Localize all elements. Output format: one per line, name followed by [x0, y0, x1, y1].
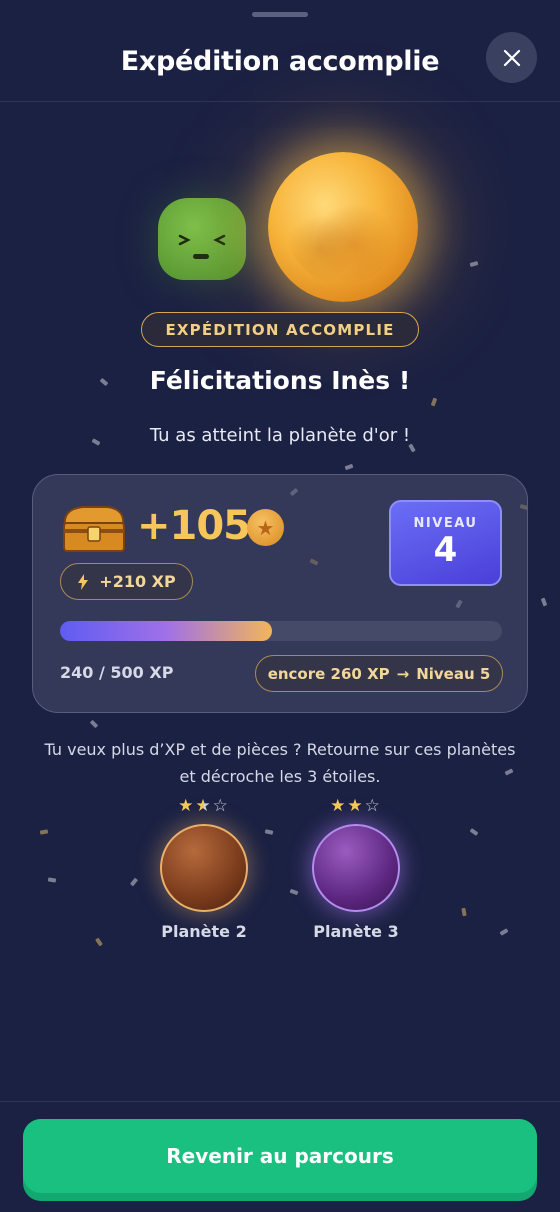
hero-illustration — [0, 140, 560, 320]
congrats-heading: Félicitations Inès ! — [149, 366, 411, 395]
half-star-icon: ★ — [195, 796, 213, 816]
planet-name: Planète 3 — [313, 922, 399, 941]
arrow-right-icon: → — [396, 664, 410, 683]
return-button[interactable]: Revenir au parcours — [23, 1119, 537, 1201]
level-number: 4 — [433, 530, 458, 570]
header-bar: Expédition accomplie — [0, 0, 560, 102]
page-title: Expédition accomplie — [120, 46, 440, 77]
footer-divider — [0, 1101, 560, 1102]
star-empty-icon: ☆ — [212, 796, 230, 816]
coin-icon: ★ — [247, 509, 284, 546]
star-icon: ★ — [178, 796, 196, 816]
star-empty-icon: ☆ — [364, 796, 382, 816]
xp-reward-pill: +210 XP — [60, 563, 193, 600]
star-icon: ★ — [330, 796, 348, 816]
next-level-pill: encore 260 XP → Niveau 5 — [255, 655, 503, 692]
star-icon: ★ — [347, 796, 365, 816]
level-badge: NIVEAU 4 — [389, 500, 502, 586]
close-button[interactable] — [486, 32, 537, 83]
star-rating: ★★☆ — [149, 796, 259, 818]
xp-progress-bar — [60, 621, 502, 641]
xp-reward-label: +210 XP — [99, 572, 176, 591]
xp-count: 240 / 500 XP — [60, 663, 174, 682]
planet-2[interactable]: ★★☆ Planète 2 — [149, 796, 259, 941]
star-rating: ★★☆ — [301, 796, 411, 818]
planet-name: Planète 2 — [161, 922, 247, 941]
planet-sphere — [160, 824, 248, 912]
golden-planet — [268, 152, 418, 302]
coins-reward: +105 — [137, 503, 251, 549]
close-icon — [503, 49, 520, 66]
mascot-blob — [158, 198, 246, 280]
rewards-card: +105 ★ +210 XP NIVEAU 4 240 / 500 XP enc… — [32, 474, 528, 713]
hint-text: Tu veux plus d’XP et de pièces ? Retourn… — [44, 740, 516, 786]
status-badge: EXPÉDITION ACCOMPLIE — [141, 312, 419, 347]
planet-sphere — [312, 824, 400, 912]
next-level-label: Niveau 5 — [416, 664, 491, 683]
planet-3[interactable]: ★★☆ Planète 3 — [301, 796, 411, 941]
mascot-face-icon — [178, 234, 226, 259]
return-button-label: Revenir au parcours — [23, 1119, 537, 1193]
subtitle-text: Tu as atteint la planète d'or ! — [149, 425, 411, 446]
drag-handle[interactable] — [252, 12, 308, 17]
treasure-chest-icon — [63, 506, 125, 552]
xp-progress-fill — [60, 621, 273, 641]
next-level-remaining: encore 260 XP — [267, 664, 390, 683]
lightning-icon — [78, 573, 89, 590]
level-label: NIVEAU — [413, 516, 478, 531]
